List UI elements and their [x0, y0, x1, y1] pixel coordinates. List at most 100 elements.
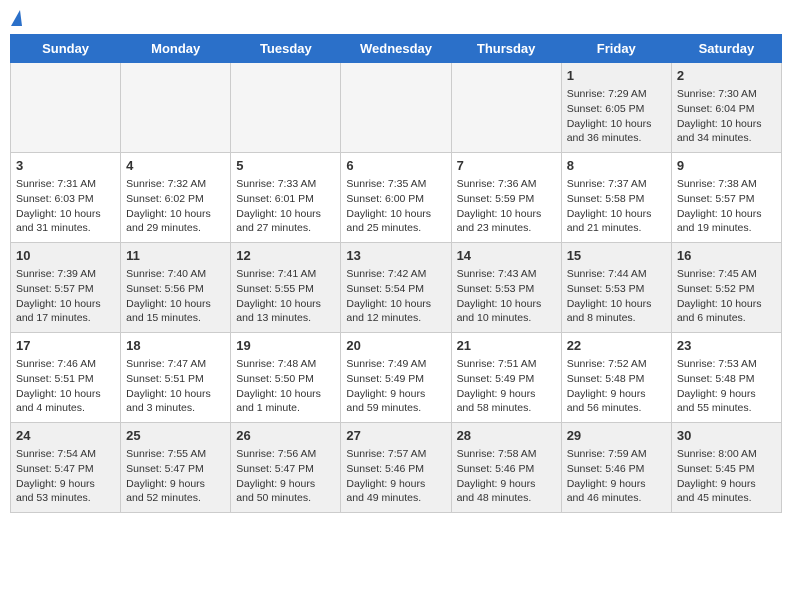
day-number: 26 [236, 427, 335, 445]
daylight-text: Daylight: 9 hours and 55 minutes. [677, 387, 776, 416]
daylight-text: Daylight: 9 hours and 50 minutes. [236, 477, 335, 506]
day-header-friday: Friday [561, 35, 671, 63]
sunrise-text: Sunrise: 7:55 AM [126, 447, 225, 462]
sunset-text: Sunset: 5:47 PM [236, 462, 335, 477]
day-number: 4 [126, 157, 225, 175]
sunset-text: Sunset: 5:51 PM [16, 372, 115, 387]
day-number: 13 [346, 247, 445, 265]
cell-content: 26 Sunrise: 7:56 AM Sunset: 5:47 PM Dayl… [236, 427, 335, 506]
cell-content: 4 Sunrise: 7:32 AM Sunset: 6:02 PM Dayli… [126, 157, 225, 236]
sunrise-text: Sunrise: 7:30 AM [677, 87, 776, 102]
cell-content: 10 Sunrise: 7:39 AM Sunset: 5:57 PM Dayl… [16, 247, 115, 326]
sunset-text: Sunset: 6:04 PM [677, 102, 776, 117]
calendar-cell: 25 Sunrise: 7:55 AM Sunset: 5:47 PM Dayl… [121, 423, 231, 513]
sunset-text: Sunset: 5:46 PM [567, 462, 666, 477]
calendar-cell: 10 Sunrise: 7:39 AM Sunset: 5:57 PM Dayl… [11, 243, 121, 333]
day-number: 8 [567, 157, 666, 175]
calendar-cell: 20 Sunrise: 7:49 AM Sunset: 5:49 PM Dayl… [341, 333, 451, 423]
sunrise-text: Sunrise: 7:38 AM [677, 177, 776, 192]
cell-content: 3 Sunrise: 7:31 AM Sunset: 6:03 PM Dayli… [16, 157, 115, 236]
day-number: 22 [567, 337, 666, 355]
day-header-monday: Monday [121, 35, 231, 63]
sunrise-text: Sunrise: 7:42 AM [346, 267, 445, 282]
sunset-text: Sunset: 5:48 PM [567, 372, 666, 387]
daylight-text: Daylight: 10 hours and 17 minutes. [16, 297, 115, 326]
calendar-cell: 29 Sunrise: 7:59 AM Sunset: 5:46 PM Dayl… [561, 423, 671, 513]
sunrise-text: Sunrise: 7:35 AM [346, 177, 445, 192]
calendar-cell [11, 63, 121, 153]
day-number: 25 [126, 427, 225, 445]
day-header-tuesday: Tuesday [231, 35, 341, 63]
daylight-text: Daylight: 10 hours and 21 minutes. [567, 207, 666, 236]
daylight-text: Daylight: 9 hours and 58 minutes. [457, 387, 556, 416]
day-number: 11 [126, 247, 225, 265]
sunset-text: Sunset: 5:45 PM [677, 462, 776, 477]
sunrise-text: Sunrise: 7:51 AM [457, 357, 556, 372]
sunrise-text: Sunrise: 7:54 AM [16, 447, 115, 462]
day-number: 1 [567, 67, 666, 85]
day-header-saturday: Saturday [671, 35, 781, 63]
day-number: 17 [16, 337, 115, 355]
logo [10, 10, 22, 24]
sunset-text: Sunset: 5:53 PM [567, 282, 666, 297]
daylight-text: Daylight: 10 hours and 36 minutes. [567, 117, 666, 146]
calendar-cell: 26 Sunrise: 7:56 AM Sunset: 5:47 PM Dayl… [231, 423, 341, 513]
sunrise-text: Sunrise: 7:57 AM [346, 447, 445, 462]
calendar-cell: 12 Sunrise: 7:41 AM Sunset: 5:55 PM Dayl… [231, 243, 341, 333]
day-number: 29 [567, 427, 666, 445]
cell-content: 20 Sunrise: 7:49 AM Sunset: 5:49 PM Dayl… [346, 337, 445, 416]
sunrise-text: Sunrise: 7:47 AM [126, 357, 225, 372]
cell-content: 7 Sunrise: 7:36 AM Sunset: 5:59 PM Dayli… [457, 157, 556, 236]
day-number: 30 [677, 427, 776, 445]
calendar-cell: 24 Sunrise: 7:54 AM Sunset: 5:47 PM Dayl… [11, 423, 121, 513]
sunset-text: Sunset: 5:49 PM [346, 372, 445, 387]
daylight-text: Daylight: 9 hours and 59 minutes. [346, 387, 445, 416]
sunrise-text: Sunrise: 7:41 AM [236, 267, 335, 282]
day-number: 16 [677, 247, 776, 265]
cell-content: 12 Sunrise: 7:41 AM Sunset: 5:55 PM Dayl… [236, 247, 335, 326]
day-number: 3 [16, 157, 115, 175]
sunrise-text: Sunrise: 7:39 AM [16, 267, 115, 282]
calendar-week-row: 24 Sunrise: 7:54 AM Sunset: 5:47 PM Dayl… [11, 423, 782, 513]
calendar-cell: 27 Sunrise: 7:57 AM Sunset: 5:46 PM Dayl… [341, 423, 451, 513]
sunrise-text: Sunrise: 7:56 AM [236, 447, 335, 462]
day-number: 14 [457, 247, 556, 265]
day-number: 24 [16, 427, 115, 445]
calendar-cell: 3 Sunrise: 7:31 AM Sunset: 6:03 PM Dayli… [11, 153, 121, 243]
cell-content: 18 Sunrise: 7:47 AM Sunset: 5:51 PM Dayl… [126, 337, 225, 416]
cell-content: 23 Sunrise: 7:53 AM Sunset: 5:48 PM Dayl… [677, 337, 776, 416]
day-number: 20 [346, 337, 445, 355]
sunset-text: Sunset: 5:56 PM [126, 282, 225, 297]
sunset-text: Sunset: 5:57 PM [677, 192, 776, 207]
cell-content: 17 Sunrise: 7:46 AM Sunset: 5:51 PM Dayl… [16, 337, 115, 416]
cell-content: 9 Sunrise: 7:38 AM Sunset: 5:57 PM Dayli… [677, 157, 776, 236]
sunset-text: Sunset: 5:50 PM [236, 372, 335, 387]
cell-content: 29 Sunrise: 7:59 AM Sunset: 5:46 PM Dayl… [567, 427, 666, 506]
calendar-cell: 1 Sunrise: 7:29 AM Sunset: 6:05 PM Dayli… [561, 63, 671, 153]
day-number: 2 [677, 67, 776, 85]
sunrise-text: Sunrise: 7:31 AM [16, 177, 115, 192]
sunset-text: Sunset: 5:53 PM [457, 282, 556, 297]
daylight-text: Daylight: 9 hours and 56 minutes. [567, 387, 666, 416]
calendar-cell: 11 Sunrise: 7:40 AM Sunset: 5:56 PM Dayl… [121, 243, 231, 333]
calendar-cell: 15 Sunrise: 7:44 AM Sunset: 5:53 PM Dayl… [561, 243, 671, 333]
daylight-text: Daylight: 9 hours and 45 minutes. [677, 477, 776, 506]
sunrise-text: Sunrise: 7:32 AM [126, 177, 225, 192]
sunrise-text: Sunrise: 7:43 AM [457, 267, 556, 282]
day-number: 9 [677, 157, 776, 175]
calendar-header-row: SundayMondayTuesdayWednesdayThursdayFrid… [11, 35, 782, 63]
day-header-thursday: Thursday [451, 35, 561, 63]
sunrise-text: Sunrise: 7:29 AM [567, 87, 666, 102]
calendar-cell: 7 Sunrise: 7:36 AM Sunset: 5:59 PM Dayli… [451, 153, 561, 243]
daylight-text: Daylight: 10 hours and 8 minutes. [567, 297, 666, 326]
sunset-text: Sunset: 5:52 PM [677, 282, 776, 297]
sunrise-text: Sunrise: 8:00 AM [677, 447, 776, 462]
daylight-text: Daylight: 9 hours and 46 minutes. [567, 477, 666, 506]
calendar-cell: 21 Sunrise: 7:51 AM Sunset: 5:49 PM Dayl… [451, 333, 561, 423]
sunset-text: Sunset: 6:05 PM [567, 102, 666, 117]
daylight-text: Daylight: 10 hours and 34 minutes. [677, 117, 776, 146]
page-header [10, 10, 782, 24]
daylight-text: Daylight: 10 hours and 12 minutes. [346, 297, 445, 326]
calendar-cell: 2 Sunrise: 7:30 AM Sunset: 6:04 PM Dayli… [671, 63, 781, 153]
day-number: 12 [236, 247, 335, 265]
